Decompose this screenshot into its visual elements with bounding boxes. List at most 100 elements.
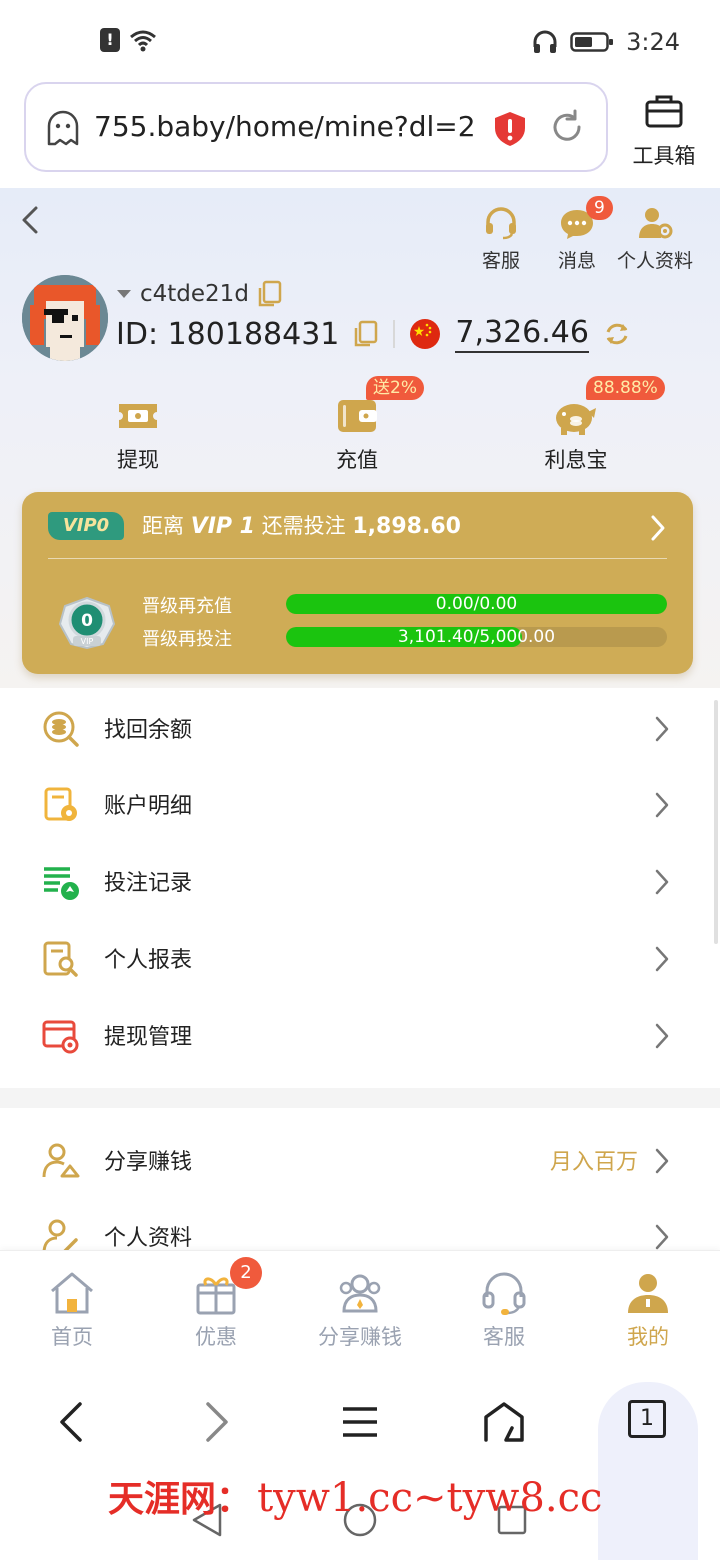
clock-time: 3:24 [626,28,680,56]
promotions-badge: 2 [230,1257,262,1289]
piggy-bank-icon [556,404,596,435]
watermark-url-text: tyw1.cc~tyw8.cc [257,1475,603,1521]
avatar[interactable] [22,275,108,361]
copy-id-icon[interactable] [353,320,379,348]
toolbox-label: 工具箱 [632,144,696,168]
list-spade-icon [44,867,79,900]
nav-share-earn[interactable]: 分享赚钱 [300,1271,420,1351]
home-icon [51,1272,93,1314]
vip-card[interactable]: VIP0 距离 VIP 1 还需投注 1,898.60 0 VIP 晋级再充值 … [22,492,693,674]
headset-icon [482,1272,526,1315]
incognito-ghost-icon [47,110,79,146]
share-earn-promo-text: 月入百万 [549,1150,638,1175]
menu-label: 投注记录 [104,871,193,896]
menu-item-personal-report[interactable]: 个人报表 [0,920,720,996]
interest-treasure-label: 利息宝 [544,448,608,472]
withdraw-button[interactable]: 提现 [78,396,198,474]
vip-medal-level: 0 [81,611,93,631]
status-bar: ! 3:24 [0,0,720,80]
menu-label: 个人资料 [104,1226,193,1250]
vip-level-tag: VIP0 [48,512,124,540]
header-profile-button[interactable]: 个人资料 [610,206,700,273]
address-bar[interactable]: 755.baby/home/mine?dl=2… [24,82,608,172]
headphones-icon [533,30,557,53]
nav-label: 我的 [627,1325,669,1349]
headset-icon [486,207,516,240]
chevron-right-icon[interactable] [649,514,667,542]
pixel-pirate-avatar-icon [22,275,108,361]
alert-icon: ! [100,28,120,52]
menu-icon[interactable] [340,1400,380,1444]
browser-home-icon[interactable] [482,1400,526,1444]
dropdown-caret-icon[interactable] [116,288,132,300]
chevron-right-icon [655,869,669,895]
nav-mine[interactable]: 我的 [588,1271,708,1351]
messages-count-badge: 9 [586,196,613,220]
nav-label: 优惠 [195,1325,237,1349]
withdraw-label: 提现 [117,448,159,472]
coins-search-icon [43,711,79,747]
header-profile-label: 个人资料 [616,250,693,272]
menu-item-bet-records[interactable]: 投注记录 [0,843,720,919]
bet-progress-bar: 3,101.40/5,000.00 [286,627,667,647]
security-warning-shield-icon[interactable] [492,110,528,148]
ledger-coin-icon [44,787,77,821]
card-gear-icon [42,1020,79,1054]
menu-item-account-details[interactable]: 账户明细 [0,766,720,842]
url-text[interactable]: 755.baby/home/mine?dl=2… [94,110,474,143]
battery-icon [570,32,614,52]
user-edit-icon [42,1219,78,1250]
vip-next-level: VIP 1 [190,514,255,539]
divider [48,558,667,559]
toolbox-icon [645,95,683,128]
nav-label: 首页 [51,1325,93,1349]
reload-icon[interactable] [548,108,586,146]
back-icon[interactable] [18,205,42,235]
user-id: ID: 180188431 [116,316,340,352]
bet-progress-text: 3,101.40/5,000.00 [397,627,556,647]
toolbox-button[interactable]: 工具箱 [624,92,704,170]
vip-middle-text: 还需投注 [261,514,346,538]
nav-label: 分享赚钱 [318,1325,402,1349]
interest-treasure-button[interactable]: 利息宝 [516,396,636,474]
report-search-icon [43,941,78,977]
recharge-progress-text: 0.00/0.00 [435,594,518,614]
chevron-right-icon [655,792,669,818]
nav-home[interactable]: 首页 [12,1271,132,1351]
user-share-icon [42,1143,80,1178]
browser-toolbar: 1 [0,1368,720,1560]
menu-label: 提现管理 [104,1025,193,1050]
deposit-bonus-badge: 送2% [366,376,424,400]
recharge-progress-bar: 0.00/0.00 [286,594,667,614]
menu-item-withdraw-management[interactable]: 提现管理 [0,997,720,1073]
vip-medal-caption: VIP [81,637,94,646]
menu-item-personal-info[interactable]: 个人资料 [0,1198,720,1250]
menu-item-share-earn[interactable]: 分享赚钱 月入百万 [0,1122,720,1198]
watermark-cn-text: 天涯网： [108,1478,253,1520]
nav-customer-service[interactable]: 客服 [444,1271,564,1351]
bet-progress-label: 晋级再投注 [142,629,232,650]
refresh-balance-icon[interactable] [603,320,631,348]
tabs-count-button[interactable]: 1 [628,1400,666,1438]
copy-username-icon[interactable] [257,280,283,308]
username: c4tde21d [140,281,249,307]
china-flag-icon [410,319,441,349]
browser-forward-icon[interactable] [202,1400,232,1444]
menu-label: 个人报表 [104,948,193,973]
menu-label: 分享赚钱 [104,1150,193,1175]
interest-rate-badge: 88.88% [586,376,665,400]
chevron-right-icon [655,716,669,742]
divider [393,320,396,348]
header-messages-label: 消息 [557,250,596,272]
wifi-icon [130,30,156,52]
withdraw-ticket-icon [119,404,157,428]
chevron-right-icon [655,1023,669,1049]
menu-item-recover-balance[interactable]: 找回余额 [0,690,720,766]
wallet-icon [338,400,377,432]
chevron-right-icon [655,1224,669,1250]
balance-amount[interactable]: 7,326.46 [455,315,589,353]
scrollbar[interactable] [714,700,718,944]
browser-back-icon[interactable] [56,1400,86,1444]
deposit-button[interactable]: 充值 [297,396,417,474]
recharge-progress-label: 晋级再充值 [142,596,232,617]
